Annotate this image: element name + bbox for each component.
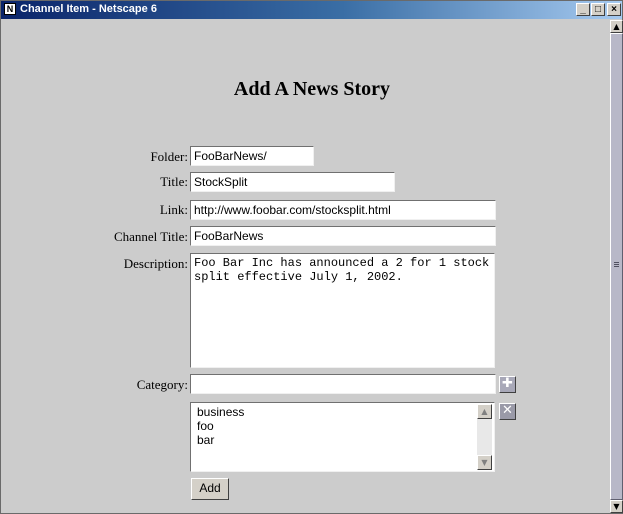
page-title: Add A News Story [233, 78, 391, 100]
scroll-down-arrow-icon[interactable]: ▼ [610, 500, 623, 513]
listbox-scroll-down-icon[interactable]: ▼ [477, 455, 492, 470]
listbox-scroll-up-icon[interactable]: ▲ [477, 404, 492, 419]
minimize-button[interactable]: _ [576, 3, 590, 16]
category-input[interactable] [190, 374, 496, 394]
title-input[interactable]: StockSplit [190, 172, 395, 192]
page-content: Add A News Story Folder: FooBarNews/ Tit… [2, 20, 609, 513]
title-bar[interactable]: N Channel Item - Netscape 6 _ □ × [1, 1, 622, 19]
description-label: Description: [123, 256, 188, 271]
list-item[interactable]: foo [191, 419, 494, 433]
add-button[interactable]: Add [191, 478, 229, 500]
listbox-scrollbar[interactable]: ▲ ▼ [477, 404, 492, 470]
browser-window: N Channel Item - Netscape 6 _ □ × ▲ ▼ Ad… [0, 0, 623, 514]
add-category-plus-icon[interactable]: ✚ [499, 376, 516, 393]
category-label: Category: [136, 377, 188, 392]
remove-category-x-icon[interactable]: ✕ [499, 403, 516, 420]
channel-title-label: Channel Title: [113, 229, 188, 244]
channel-title-input[interactable]: FooBarNews [190, 226, 496, 246]
title-label: Title: [160, 174, 188, 189]
link-input[interactable]: http://www.foobar.com/stocksplit.html [190, 200, 496, 220]
scroll-up-arrow-icon[interactable]: ▲ [610, 20, 623, 33]
folder-input[interactable]: FooBarNews/ [190, 146, 314, 166]
maximize-button[interactable]: □ [591, 3, 605, 16]
window-title: Channel Item - Netscape 6 [20, 3, 157, 15]
close-button[interactable]: × [607, 3, 621, 16]
link-label: Link: [159, 202, 188, 217]
netscape-app-icon: N [4, 3, 16, 15]
list-item[interactable]: business [191, 405, 494, 419]
folder-label: Folder: [150, 149, 188, 164]
scroll-grip-line [614, 266, 619, 267]
scroll-thumb[interactable] [610, 33, 623, 500]
category-listbox[interactable]: business foo bar ▲ ▼ [190, 402, 495, 472]
scroll-grip-line [614, 262, 619, 263]
description-textarea[interactable]: Foo Bar Inc has announced a 2 for 1 stoc… [190, 253, 495, 368]
scroll-grip-line [614, 264, 619, 265]
list-item[interactable]: bar [191, 433, 494, 447]
